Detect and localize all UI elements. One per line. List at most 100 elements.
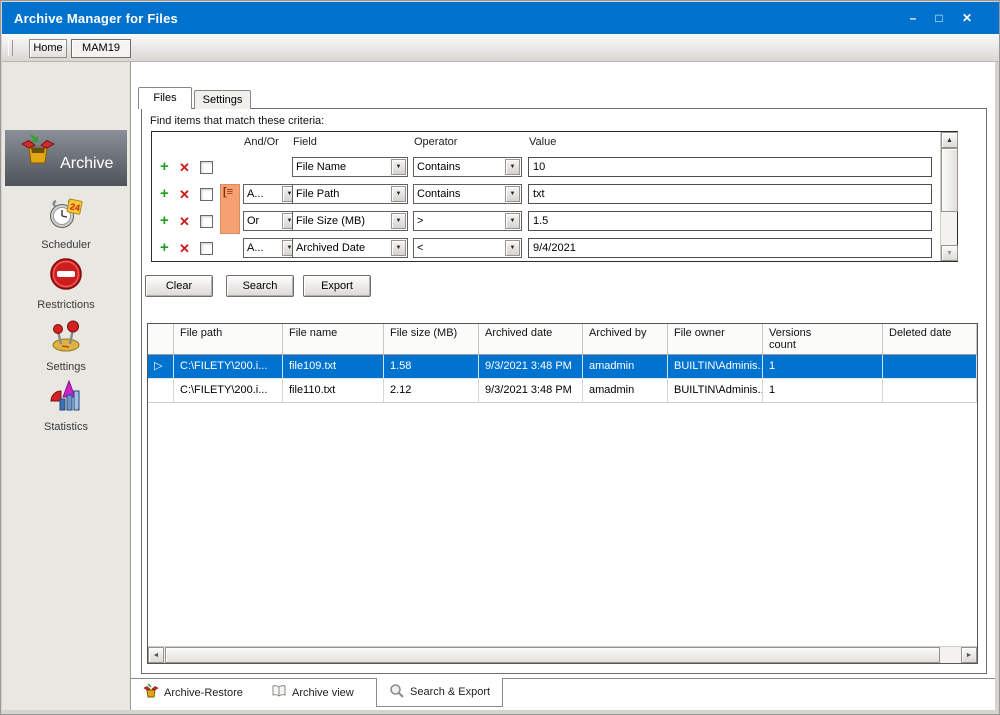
cell-deleted-date	[883, 355, 977, 379]
clear-button[interactable]: Clear	[145, 275, 213, 297]
delete-criteria-icon[interactable]: ✕	[179, 213, 190, 231]
cell-archived-by: amadmin	[583, 379, 668, 403]
chevron-down-icon[interactable]: ▼	[391, 159, 406, 175]
criteria-checkbox[interactable]	[200, 161, 213, 174]
bottom-tab-search-export[interactable]: Search & Export	[376, 678, 504, 707]
operator-select[interactable]: > ▼	[413, 211, 522, 231]
operator-select[interactable]: Contains ▼	[413, 184, 522, 204]
export-button[interactable]: Export	[303, 275, 371, 297]
operator-select[interactable]: < ▼	[413, 238, 522, 258]
scrollbar-thumb[interactable]	[165, 647, 940, 663]
sidebar-item-restrictions[interactable]: Restrictions	[2, 254, 130, 311]
close-button[interactable]: ✕	[959, 10, 975, 26]
table-row-selected[interactable]: ▷ C:\FILETY\200.i... file109.txt 1.58 9/…	[148, 355, 977, 379]
delete-criteria-icon[interactable]: ✕	[179, 186, 190, 204]
chevron-down-icon[interactable]: ▼	[391, 240, 406, 256]
chevron-down-icon[interactable]: ▼	[505, 213, 520, 229]
chevron-down-icon[interactable]: ▼	[505, 186, 520, 202]
value-input[interactable]	[528, 184, 932, 204]
andor-select[interactable]: A... ▼	[243, 238, 299, 258]
archive-box-icon	[19, 132, 57, 173]
field-select[interactable]: File Path ▼	[292, 184, 408, 204]
app-window: Archive Manager for Files – □ ✕ Home MAM…	[0, 0, 1000, 715]
toolbar-grip[interactable]	[8, 40, 13, 56]
scroll-right-icon[interactable]: ►	[961, 647, 977, 663]
criteria-checkbox[interactable]	[200, 188, 213, 201]
svg-text:24: 24	[69, 201, 81, 213]
field-select[interactable]: File Size (MB) ▼	[292, 211, 408, 231]
sidebar-item-statistics[interactable]: Statistics	[2, 376, 130, 433]
column-header[interactable]: Archived date	[479, 324, 583, 355]
row-selector-cell	[148, 379, 174, 403]
row-selector-header[interactable]	[148, 324, 174, 355]
sidebar-item-archive[interactable]: Archive	[5, 130, 127, 186]
column-header[interactable]: Versions count	[763, 324, 883, 355]
settings-joystick-icon	[47, 316, 85, 359]
archive-box-icon	[143, 683, 159, 702]
chevron-down-icon[interactable]: ▼	[391, 186, 406, 202]
criteria-checkbox[interactable]	[200, 215, 213, 228]
book-icon	[271, 683, 287, 702]
server-tab-mam19[interactable]: MAM19	[71, 39, 131, 58]
column-header[interactable]: Archived by	[583, 324, 668, 355]
criteria-header-value: Value	[529, 136, 557, 148]
tab-files[interactable]: Files	[138, 87, 192, 109]
scroll-left-icon[interactable]: ◄	[148, 647, 164, 663]
add-criteria-icon[interactable]: +	[160, 158, 169, 176]
andor-select[interactable]: Or ▼	[243, 211, 299, 231]
add-criteria-icon[interactable]: +	[160, 212, 169, 230]
cell-file-size: 2.12	[384, 379, 479, 403]
sidebar-item-scheduler[interactable]: 24 Scheduler	[2, 192, 130, 251]
minimize-button[interactable]: –	[905, 10, 921, 26]
home-button[interactable]: Home	[29, 39, 67, 58]
cell-archived-by: amadmin	[583, 355, 668, 379]
add-criteria-icon[interactable]: +	[160, 185, 169, 203]
operator-select[interactable]: Contains ▼	[413, 157, 522, 177]
maximize-button[interactable]: □	[931, 10, 947, 26]
bottom-tab-archive-view[interactable]: Archive view	[265, 680, 360, 705]
results-table: File path File name File size (MB) Archi…	[147, 323, 978, 664]
bottom-tab-label: Archive view	[292, 686, 354, 699]
cell-file-owner: BUILTIN\Adminis...	[668, 355, 763, 379]
delete-criteria-icon[interactable]: ✕	[179, 159, 190, 177]
criteria-header-andor: And/Or	[244, 136, 279, 148]
andor-select[interactable]: A... ▼	[243, 184, 299, 204]
criteria-checkbox[interactable]	[200, 242, 213, 255]
title-bar: Archive Manager for Files – □ ✕	[2, 2, 999, 34]
cell-deleted-date	[883, 379, 977, 403]
horizontal-scrollbar[interactable]: ◄ ►	[148, 646, 977, 663]
cell-file-path: C:\FILETY\200.i...	[174, 379, 283, 403]
field-select[interactable]: File Name ▼	[292, 157, 408, 177]
cell-file-path: C:\FILETY\200.i...	[174, 355, 283, 379]
criteria-header-operator: Operator	[414, 136, 458, 148]
tab-settings[interactable]: Settings	[194, 90, 251, 109]
scroll-up-icon[interactable]: ▲	[941, 132, 958, 148]
value-input[interactable]	[528, 238, 932, 258]
value-input[interactable]	[528, 211, 932, 231]
scroll-down-icon[interactable]: ▼	[941, 245, 958, 261]
column-header[interactable]: File name	[283, 324, 384, 355]
table-row[interactable]: C:\FILETY\200.i... file110.txt 2.12 9/3/…	[148, 379, 977, 403]
field-select[interactable]: Archived Date ▼	[292, 238, 408, 258]
chevron-down-icon[interactable]: ▼	[505, 159, 520, 175]
bottom-tab-archive-restore[interactable]: Archive-Restore	[137, 680, 249, 705]
cell-file-owner: BUILTIN\Adminis...	[668, 379, 763, 403]
bottom-tab-strip: Archive-Restore Archive view Search & Ex…	[131, 678, 995, 707]
value-input[interactable]	[528, 157, 932, 177]
delete-criteria-icon[interactable]: ✕	[179, 240, 190, 258]
magnifier-icon	[389, 683, 405, 702]
sidebar-item-settings[interactable]: Settings	[2, 314, 130, 373]
column-header[interactable]: File owner	[668, 324, 763, 355]
statistics-chart-icon	[48, 378, 84, 419]
column-header[interactable]: Deleted date	[883, 324, 977, 355]
chevron-down-icon[interactable]: ▼	[391, 213, 406, 229]
column-header[interactable]: File size (MB)	[384, 324, 479, 355]
criteria-row: + ✕ A... ▼ Archived Date ▼ < ▼	[152, 235, 940, 262]
scrollbar-thumb[interactable]	[941, 148, 958, 212]
criteria-scrollbar[interactable]: ▲ ▼	[940, 132, 958, 261]
chevron-down-icon[interactable]: ▼	[505, 240, 520, 256]
search-button[interactable]: Search	[226, 275, 294, 297]
column-header[interactable]: File path	[174, 324, 283, 355]
current-row-marker-icon: ▷	[148, 355, 174, 379]
add-criteria-icon[interactable]: +	[160, 239, 169, 257]
